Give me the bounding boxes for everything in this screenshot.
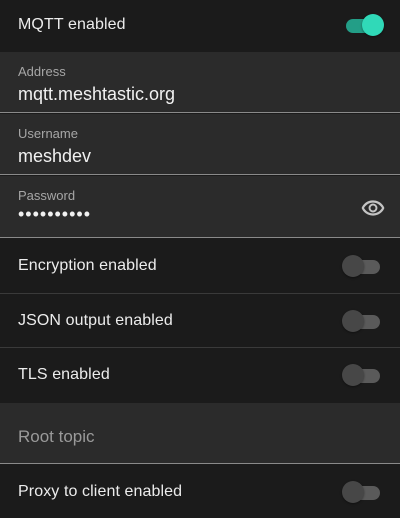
mqtt-enabled-row[interactable]: MQTT enabled <box>0 0 400 50</box>
password-value[interactable]: •••••••••• <box>18 204 91 225</box>
json-output-enabled-label: JSON output enabled <box>18 311 173 329</box>
root-topic-placeholder[interactable]: Root topic <box>18 427 95 447</box>
username-value[interactable]: meshdev <box>18 146 91 167</box>
tls-enabled-label: TLS enabled <box>18 366 110 383</box>
switch-thumb <box>362 14 384 36</box>
switch-thumb <box>342 255 364 277</box>
encryption-enabled-label: Encryption enabled <box>18 257 157 274</box>
mqtt-enabled-switch[interactable] <box>344 14 384 36</box>
address-label: Address <box>18 64 66 79</box>
root-topic-field[interactable]: Root topic <box>0 403 400 464</box>
switch-thumb <box>342 364 364 386</box>
json-output-enabled-switch[interactable] <box>342 309 382 332</box>
proxy-to-client-enabled-row[interactable]: Proxy to client enabled <box>0 465 400 518</box>
json-output-enabled-row[interactable]: JSON output enabled <box>0 294 400 347</box>
address-field[interactable]: Address mqtt.meshtastic.org <box>0 52 400 113</box>
mqtt-enabled-label: MQTT enabled <box>18 16 126 33</box>
proxy-to-client-enabled-switch[interactable] <box>342 480 382 503</box>
encryption-enabled-row[interactable]: Encryption enabled <box>0 239 400 293</box>
proxy-to-client-enabled-label: Proxy to client enabled <box>18 482 183 500</box>
switch-thumb <box>342 309 364 332</box>
switch-thumb <box>342 480 364 503</box>
username-label: Username <box>18 126 78 141</box>
tls-enabled-switch[interactable] <box>342 364 382 386</box>
tls-enabled-row[interactable]: TLS enabled <box>0 348 400 402</box>
password-field[interactable]: Password •••••••••• <box>0 176 400 238</box>
encryption-enabled-switch[interactable] <box>342 255 382 277</box>
eye-icon[interactable] <box>360 195 386 221</box>
password-label: Password <box>18 188 76 203</box>
address-value[interactable]: mqtt.meshtastic.org <box>18 84 175 105</box>
username-field[interactable]: Username meshdev <box>0 114 400 175</box>
